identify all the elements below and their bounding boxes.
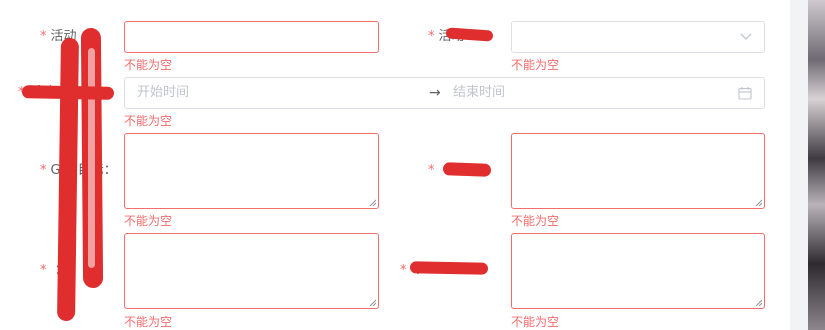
required-star: * [428,29,435,44]
row4-right-textarea[interactable] [511,233,765,309]
row3-left-error: 不能为空 [124,214,173,228]
page-gutter [790,0,808,330]
required-star: * [40,163,47,178]
resize-handle-icon[interactable] [369,199,376,206]
redaction-mark-vertical-1 [57,37,79,322]
calendar-icon[interactable] [738,86,752,100]
form-panel: *活动 ： 不能为空 *活动 ： 不能为空 *活动 开始时间 → 结束时间 不能… [0,0,790,330]
row3-right-textarea[interactable] [511,133,765,209]
row4-right-error: 不能为空 [511,315,560,329]
required-star: * [400,263,407,278]
row3-right-error: 不能为空 [511,214,560,228]
resize-handle-icon[interactable] [369,299,376,306]
activity-name-input[interactable] [124,21,379,53]
row3-left-label: *G V 目标： [40,155,117,187]
start-time-input[interactable]: 开始时间 [137,78,189,108]
resize-handle-icon[interactable] [755,199,762,206]
redaction-mark-row2 [21,85,115,100]
arrow-right-icon: → [429,85,441,101]
required-star: * [40,29,47,44]
activity-level-select[interactable] [511,21,765,53]
required-star: * [428,163,435,178]
redaction-mark-row3-right [442,162,492,177]
row1-right-error: 不能为空 [511,58,560,72]
redaction-mark-inner [88,48,95,268]
date-range-picker[interactable]: 开始时间 → 结束时间 [124,77,765,109]
row2-error: 不能为空 [124,114,173,128]
resize-handle-icon[interactable] [755,299,762,306]
row4-left-textarea[interactable] [124,233,379,309]
row4-left-error: 不能为空 [124,315,173,329]
redaction-mark-row4-right [409,261,489,275]
required-star: * [40,263,47,278]
background-image-strip [808,0,825,330]
gmv-target-textarea[interactable] [124,133,379,209]
end-time-input[interactable]: 结束时间 [453,78,505,108]
chevron-down-icon[interactable] [740,33,752,41]
row1-left-error: 不能为空 [124,58,173,72]
